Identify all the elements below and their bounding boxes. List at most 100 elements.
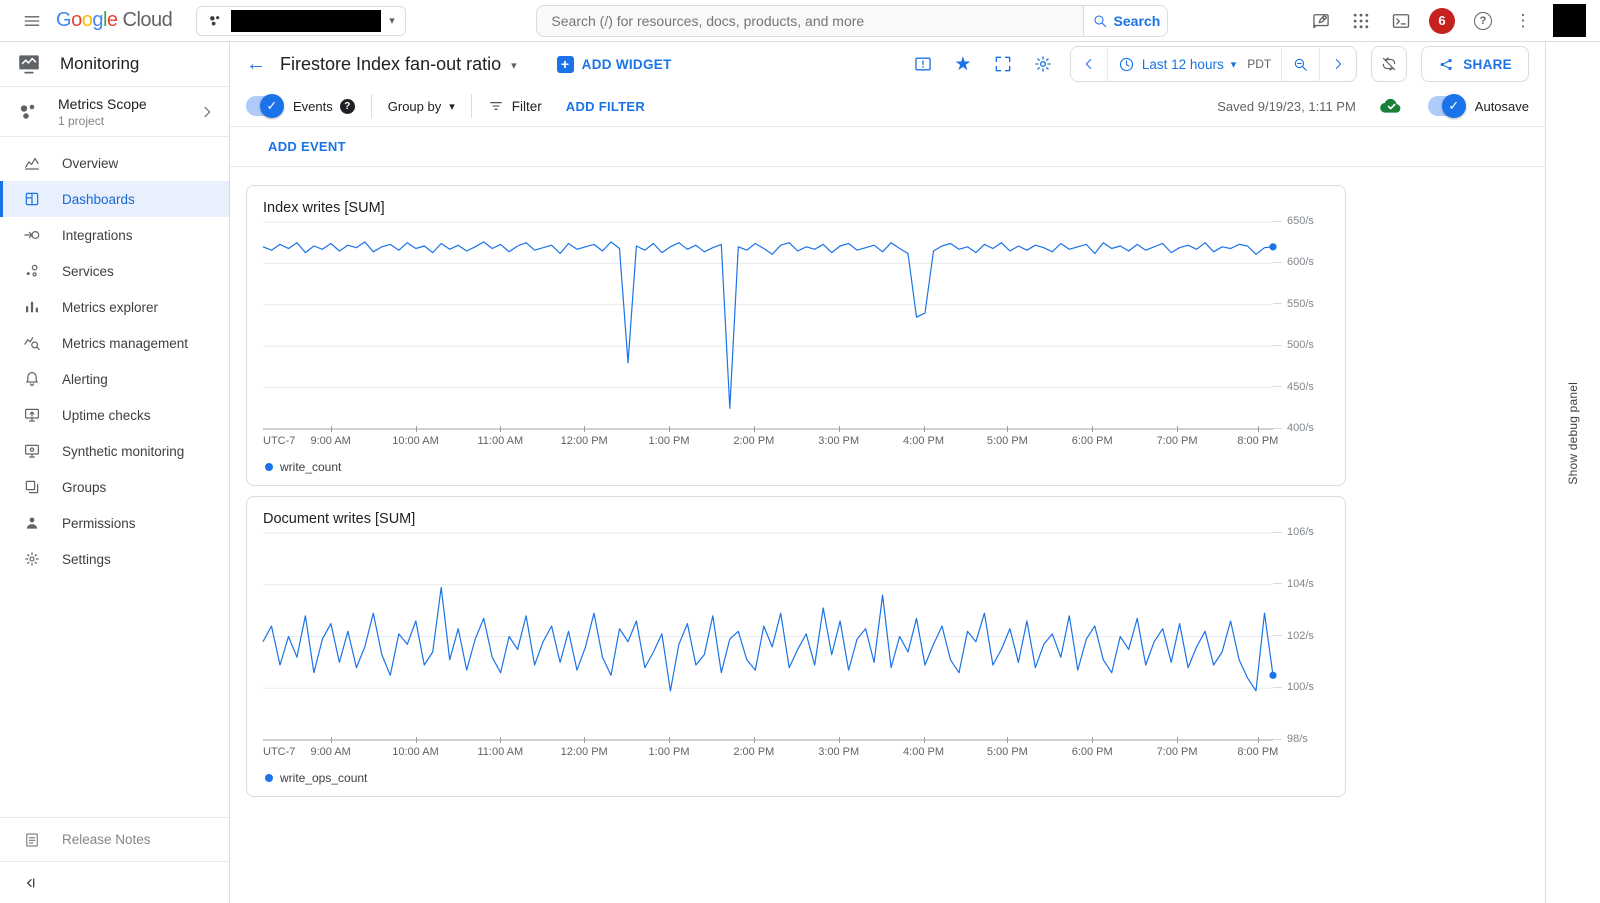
sidebar-item-label: Dashboards bbox=[62, 192, 135, 207]
add-event-row: ADD EVENT bbox=[230, 127, 1545, 167]
chart-plot[interactable] bbox=[263, 533, 1273, 740]
chart-plot[interactable] bbox=[263, 222, 1273, 429]
info-card-icon[interactable] bbox=[910, 51, 936, 77]
sidebar-item-services[interactable]: Services bbox=[0, 253, 229, 289]
autosave-toggle[interactable]: ✓ bbox=[1428, 96, 1465, 116]
favorite-star-icon[interactable]: ★ bbox=[950, 51, 976, 77]
search-bar[interactable]: Search bbox=[536, 5, 1168, 37]
add-filter-button[interactable]: ADD FILTER bbox=[566, 99, 645, 114]
x-tick-mark bbox=[754, 426, 755, 432]
filter-label: Filter bbox=[512, 99, 542, 114]
x-tick-label: 11:00 AM bbox=[478, 746, 524, 758]
next-time-button[interactable] bbox=[1319, 47, 1356, 81]
debug-panel-toggle[interactable]: Show debug panel bbox=[1545, 42, 1600, 903]
metrics-scope-subtitle: 1 project bbox=[58, 114, 199, 128]
avatar[interactable] bbox=[1553, 4, 1586, 37]
time-range-dropdown[interactable]: Last 12 hours ▾ PDT bbox=[1107, 47, 1281, 81]
sidebar-item-synthetic-monitoring[interactable]: Synthetic monitoring bbox=[0, 433, 229, 469]
back-button[interactable]: ← bbox=[246, 53, 274, 76]
y-tick-label: 98/s bbox=[1273, 733, 1308, 745]
prev-time-button[interactable] bbox=[1071, 47, 1107, 81]
legend-label: write_count bbox=[280, 460, 341, 474]
metrics-scope[interactable]: Metrics Scope 1 project bbox=[0, 87, 229, 137]
utc-offset-label: UTC-7 bbox=[263, 435, 295, 447]
x-tick-label: 8:00 PM bbox=[1237, 746, 1278, 758]
chart-card: Document writes [SUM] 106/s104/s102/s100… bbox=[246, 496, 1346, 797]
filter-button[interactable]: Filter bbox=[488, 98, 542, 114]
add-widget-label: ADD WIDGET bbox=[582, 57, 672, 72]
x-tick-label: 6:00 PM bbox=[1072, 435, 1113, 447]
sidebar-item-label: Permissions bbox=[62, 516, 136, 531]
apps-grid-icon[interactable] bbox=[1349, 9, 1373, 33]
x-tick-label: 10:00 AM bbox=[392, 746, 438, 758]
x-tick-mark bbox=[1007, 737, 1008, 743]
sidebar-item-settings[interactable]: Settings bbox=[0, 541, 229, 577]
sidebar-item-label: Integrations bbox=[62, 228, 133, 243]
auto-refresh-off-button[interactable] bbox=[1371, 46, 1407, 82]
dashboard-grid: Index writes [SUM] 650/s600/s550/s500/s4… bbox=[230, 167, 1545, 797]
search-icon bbox=[1092, 13, 1108, 29]
question-mark: ? bbox=[1474, 12, 1492, 30]
project-icon bbox=[207, 13, 223, 29]
x-tick-mark bbox=[924, 426, 925, 432]
cloud-shell-icon[interactable] bbox=[1389, 9, 1413, 33]
time-range-label: Last 12 hours bbox=[1142, 57, 1224, 72]
fullscreen-icon[interactable] bbox=[990, 51, 1016, 77]
x-tick-label: 6:00 PM bbox=[1072, 746, 1113, 758]
synthetic-monitoring-icon bbox=[23, 442, 41, 460]
search-input[interactable] bbox=[537, 6, 1083, 36]
dashboard-settings-icon[interactable] bbox=[1030, 51, 1056, 77]
search-area: Search bbox=[406, 5, 1299, 37]
menu-icon[interactable] bbox=[14, 3, 50, 39]
help-icon[interactable]: ? bbox=[1471, 9, 1495, 33]
sidebar-item-label: Settings bbox=[62, 552, 111, 567]
search-button[interactable]: Search bbox=[1083, 6, 1167, 36]
logo-cloud-text: Cloud bbox=[123, 9, 173, 32]
group-by-dropdown[interactable]: Group by ▾ bbox=[388, 99, 455, 114]
x-tick-label: 1:00 PM bbox=[649, 435, 690, 447]
feedback-icon[interactable] bbox=[1309, 9, 1333, 33]
zoom-out-icon bbox=[1292, 56, 1309, 73]
sidebar-item-metrics-management[interactable]: Metrics management bbox=[0, 325, 229, 361]
x-tick-label: 4:00 PM bbox=[903, 435, 944, 447]
project-selector[interactable]: ▾ bbox=[196, 6, 406, 36]
zoom-time-button[interactable] bbox=[1281, 47, 1319, 81]
events-toggle[interactable]: ✓ bbox=[246, 96, 283, 116]
add-event-button[interactable]: ADD EVENT bbox=[268, 139, 346, 154]
x-tick-mark bbox=[584, 737, 585, 743]
sidebar-item-uptime-checks[interactable]: Uptime checks bbox=[0, 397, 229, 433]
dashboard-title[interactable]: Firestore Index fan-out ratio bbox=[280, 54, 501, 75]
title-caret-icon[interactable]: ▾ bbox=[511, 59, 517, 72]
x-tick-mark bbox=[331, 737, 332, 743]
release-notes[interactable]: Release Notes bbox=[0, 817, 229, 861]
x-tick-label: 11:00 AM bbox=[478, 435, 524, 447]
share-label: SHARE bbox=[1463, 57, 1512, 72]
y-tick-label: 550/s bbox=[1273, 298, 1314, 310]
sidebar-item-label: Synthetic monitoring bbox=[62, 444, 184, 459]
notifications-badge[interactable]: 6 bbox=[1429, 8, 1455, 34]
metrics-explorer-icon bbox=[23, 298, 41, 316]
sidebar-item-overview[interactable]: Overview bbox=[0, 145, 229, 181]
share-button[interactable]: SHARE bbox=[1421, 46, 1529, 82]
monitoring-icon bbox=[16, 51, 42, 77]
add-widget-button[interactable]: + ADD WIDGET bbox=[557, 56, 672, 73]
sidebar-item-alerting[interactable]: Alerting bbox=[0, 361, 229, 397]
uptime-checks-icon bbox=[23, 406, 41, 424]
collapse-sidebar-button[interactable] bbox=[0, 861, 229, 903]
legend-dot bbox=[265, 774, 273, 782]
legend: write_count bbox=[263, 455, 1329, 479]
group-by-label: Group by bbox=[388, 99, 441, 114]
sidebar-item-groups[interactable]: Groups bbox=[0, 469, 229, 505]
sidebar-item-integrations[interactable]: Integrations bbox=[0, 217, 229, 253]
x-tick-label: 5:00 PM bbox=[987, 746, 1028, 758]
sidebar-item-metrics-explorer[interactable]: Metrics explorer bbox=[0, 289, 229, 325]
chevron-down-icon: ▾ bbox=[389, 14, 395, 27]
events-help-icon[interactable]: ? bbox=[340, 99, 355, 114]
sidebar-item-dashboards[interactable]: Dashboards bbox=[0, 181, 229, 217]
sidebar-item-permissions[interactable]: Permissions bbox=[0, 505, 229, 541]
chevron-down-icon: ▾ bbox=[1231, 58, 1237, 71]
more-options-icon[interactable]: ⋮ bbox=[1511, 9, 1535, 33]
plus-icon: + bbox=[557, 56, 574, 73]
permissions-icon bbox=[23, 514, 41, 532]
groups-icon bbox=[23, 478, 41, 496]
